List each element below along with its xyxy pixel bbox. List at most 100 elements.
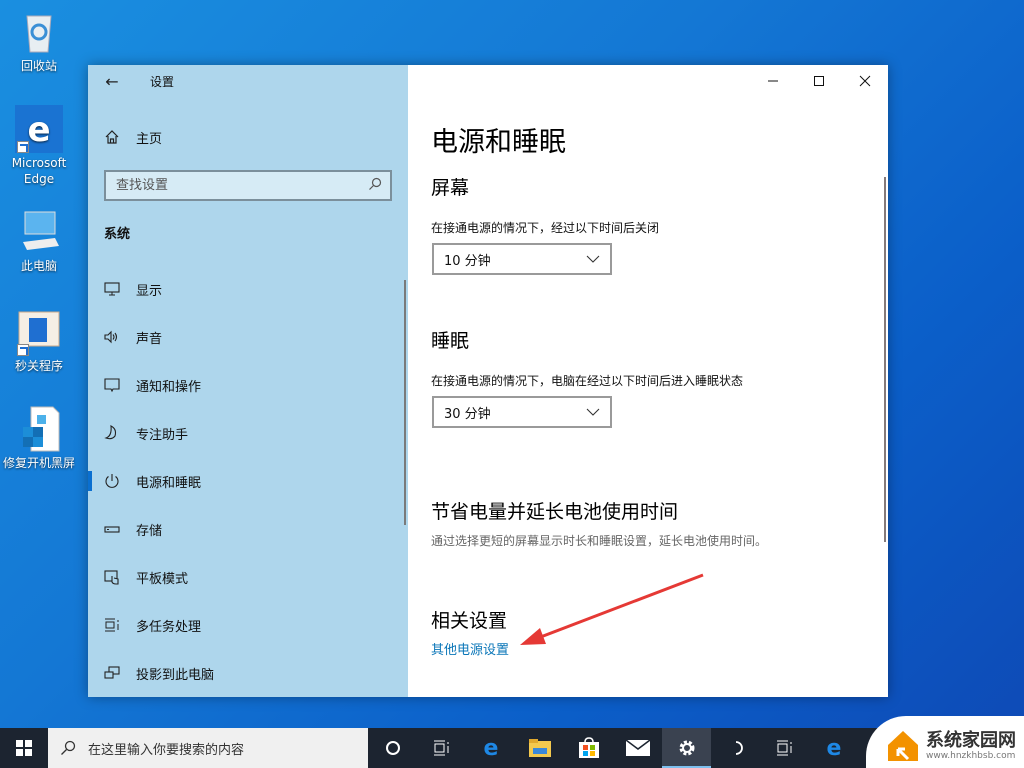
screen-description: 在接通电源的情况下，经过以下时间后关闭 bbox=[431, 221, 660, 235]
taskbar-store[interactable] bbox=[564, 728, 613, 768]
cortana-button[interactable] bbox=[368, 728, 417, 768]
desktop-icon-fix-black-screen[interactable]: 修复开机黑屏 bbox=[0, 405, 78, 471]
screen-timeout-value: 10 分钟 bbox=[444, 253, 491, 269]
house-logo-icon bbox=[888, 731, 918, 761]
nav-list: 显示 声音 通知和操作 专注助手 电源和睡眠 存储 平板模式 多任务处理 投影到… bbox=[88, 265, 408, 697]
settings-window: ← 设置 主页 系统 显示 声音 bbox=[88, 65, 888, 697]
taskbar-edge-2[interactable]: e bbox=[809, 728, 858, 768]
desktop-icon-label: 修复开机黑屏 bbox=[2, 456, 75, 470]
loading-spinner-icon bbox=[735, 741, 743, 755]
store-icon bbox=[578, 737, 599, 758]
nav-item-focus-assist[interactable]: 专注助手 bbox=[88, 409, 408, 457]
taskbar-edge[interactable]: e bbox=[466, 728, 515, 768]
close-button[interactable] bbox=[842, 65, 888, 97]
nav-item-sound[interactable]: 声音 bbox=[88, 313, 408, 361]
nav-item-power-sleep[interactable]: 电源和睡眠 bbox=[88, 457, 408, 505]
nav-home[interactable]: 主页 bbox=[88, 122, 408, 152]
sleep-heading: 睡眠 bbox=[431, 330, 470, 352]
moon-icon bbox=[88, 425, 136, 441]
power-icon bbox=[88, 473, 136, 489]
section-label-system: 系统 bbox=[104, 227, 131, 242]
minimize-button[interactable] bbox=[750, 65, 796, 97]
taskbar-task-view-2[interactable] bbox=[760, 728, 809, 768]
taskbar-file-explorer[interactable] bbox=[515, 728, 564, 768]
nav-item-storage[interactable]: 存储 bbox=[88, 505, 408, 553]
program-window-icon bbox=[15, 308, 63, 356]
start-button[interactable] bbox=[0, 728, 48, 768]
nav-item-label: 投影到此电脑 bbox=[136, 667, 215, 683]
notification-icon bbox=[88, 377, 136, 393]
desktop-icon-shutdown[interactable]: 秒关程序 bbox=[0, 308, 78, 374]
settings-search-input[interactable] bbox=[116, 178, 356, 193]
sidebar-scrollbar[interactable] bbox=[404, 280, 406, 525]
nav-item-label: 平板模式 bbox=[136, 571, 189, 587]
watermark-url: www.hnzkhbsb.com bbox=[926, 751, 1016, 761]
multitasking-icon bbox=[88, 617, 136, 633]
back-button[interactable]: ← bbox=[88, 65, 136, 97]
window-title: 设置 bbox=[150, 74, 175, 89]
registry-icon bbox=[15, 405, 63, 453]
content-scrollbar[interactable] bbox=[884, 177, 886, 542]
taskbar-search[interactable]: 在这里输入你要搜索的内容 bbox=[48, 728, 368, 768]
screen-heading: 屏幕 bbox=[431, 177, 470, 199]
nav-item-project[interactable]: 投影到此电脑 bbox=[88, 649, 408, 697]
taskbar-mail[interactable] bbox=[613, 728, 662, 768]
desktop-icon-recycle-bin[interactable]: 回收站 bbox=[0, 8, 78, 74]
windows-logo-icon bbox=[16, 740, 32, 756]
nav-item-tablet-mode[interactable]: 平板模式 bbox=[88, 553, 408, 601]
additional-power-settings-link[interactable]: 其他电源设置 bbox=[431, 639, 509, 658]
watermark: 系统家园网 www.hnzkhbsb.com bbox=[866, 716, 1024, 768]
maximize-button[interactable] bbox=[796, 65, 842, 97]
settings-search[interactable] bbox=[104, 170, 392, 201]
svg-text:e: e bbox=[826, 737, 841, 759]
search-icon[interactable] bbox=[368, 176, 382, 195]
mail-icon bbox=[625, 740, 650, 756]
taskbar-loading-app[interactable] bbox=[711, 728, 760, 768]
tablet-mode-icon bbox=[88, 569, 136, 585]
back-arrow-icon: ← bbox=[105, 71, 119, 91]
nav-item-display[interactable]: 显示 bbox=[88, 265, 408, 313]
svg-text:e: e bbox=[483, 737, 498, 759]
title-bar: ← 设置 bbox=[88, 65, 408, 97]
folder-icon bbox=[528, 739, 551, 757]
chevron-down-icon bbox=[586, 408, 600, 416]
shortcut-arrow-icon bbox=[17, 141, 29, 153]
nav-item-label: 电源和睡眠 bbox=[136, 475, 202, 491]
speaker-icon bbox=[88, 329, 136, 345]
task-view-icon bbox=[776, 740, 791, 756]
nav-item-multitasking[interactable]: 多任务处理 bbox=[88, 601, 408, 649]
cortana-icon bbox=[385, 741, 400, 755]
sleep-description: 在接通电源的情况下，电脑在经过以下时间后进入睡眠状态 bbox=[431, 374, 744, 388]
taskbar-search-placeholder: 在这里输入你要搜索的内容 bbox=[88, 742, 245, 758]
battery-heading: 节省电量并延长电池使用时间 bbox=[431, 501, 679, 523]
screen-timeout-dropdown[interactable]: 10 分钟 bbox=[432, 243, 612, 275]
task-view-button[interactable] bbox=[417, 728, 466, 768]
maximize-icon bbox=[814, 76, 824, 86]
nav-item-label: 多任务处理 bbox=[136, 619, 202, 635]
sleep-timeout-dropdown[interactable]: 30 分钟 bbox=[432, 396, 612, 428]
desktop-icon-edge[interactable]: e Microsoft Edge bbox=[0, 105, 78, 187]
monitor-icon bbox=[88, 281, 136, 297]
computer-icon bbox=[15, 208, 63, 256]
task-view-icon bbox=[433, 740, 448, 756]
settings-content: 电源和睡眠 屏幕 在接通电源的情况下，经过以下时间后关闭 10 分钟 睡眠 在接… bbox=[408, 65, 888, 697]
nav-item-label: 通知和操作 bbox=[136, 379, 202, 395]
desktop-icon-label: 此电脑 bbox=[20, 259, 57, 273]
desktop-icon-this-pc[interactable]: 此电脑 bbox=[0, 208, 78, 274]
nav-item-label: 声音 bbox=[136, 331, 163, 347]
desktop-icon-label: 秒关程序 bbox=[14, 359, 63, 373]
settings-sidebar: ← 设置 主页 系统 显示 声音 bbox=[88, 65, 408, 697]
related-settings-heading: 相关设置 bbox=[431, 610, 508, 632]
gear-icon bbox=[679, 740, 694, 756]
search-icon bbox=[61, 740, 76, 755]
nav-item-notifications[interactable]: 通知和操作 bbox=[88, 361, 408, 409]
storage-icon bbox=[88, 521, 136, 537]
window-controls bbox=[750, 65, 888, 97]
edge-icon: e bbox=[15, 105, 63, 153]
nav-item-label: 显示 bbox=[136, 283, 163, 299]
taskbar-settings[interactable] bbox=[662, 728, 711, 768]
edge-icon: e bbox=[826, 737, 841, 759]
chevron-down-icon bbox=[586, 255, 600, 263]
battery-description: 通过选择更短的屏幕显示时长和睡眠设置，延长电池使用时间。 bbox=[431, 534, 768, 548]
close-icon bbox=[859, 75, 871, 87]
